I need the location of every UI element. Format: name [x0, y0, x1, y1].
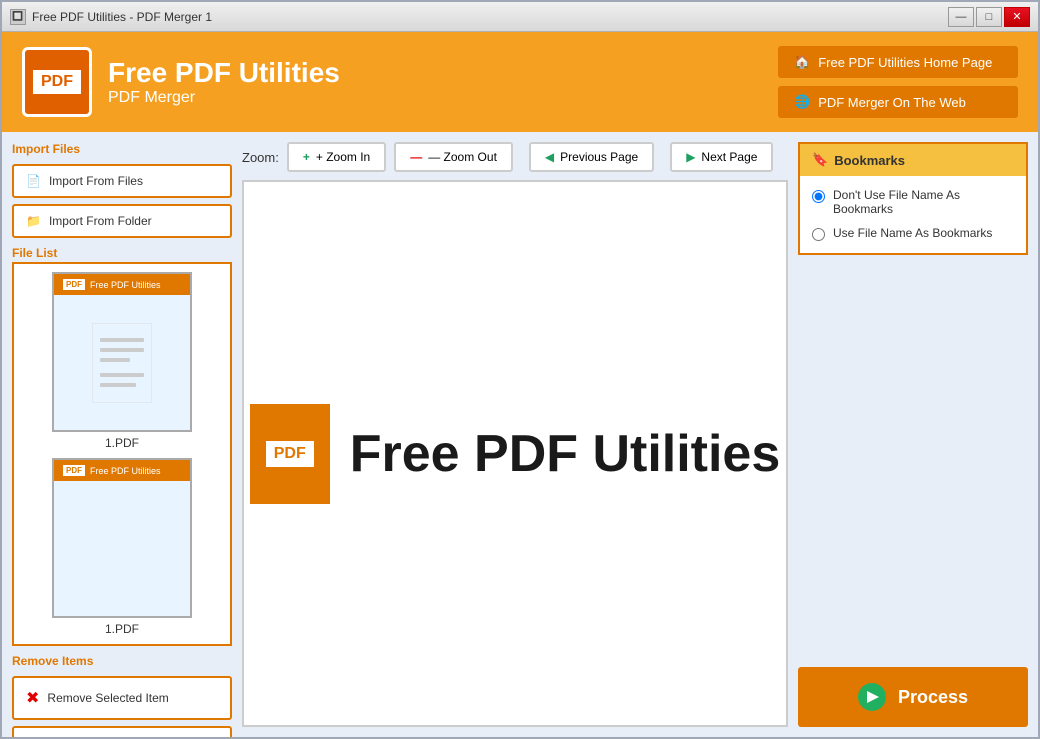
toolbar: Zoom: + + Zoom In — — Zoom Out ◀ Previou…: [242, 142, 788, 172]
minimize-button[interactable]: —: [948, 7, 974, 27]
file-thumb-header: PDF Free PDF Utilities: [54, 460, 190, 481]
zoom-in-button[interactable]: + + Zoom In: [287, 142, 386, 172]
remove-icon: ✖: [26, 688, 39, 708]
title-bar-controls: — □ ✕: [948, 7, 1030, 27]
clear-file-button[interactable]: ♻ Clear File List: [12, 726, 232, 737]
header-left: PDF Free PDF Utilities PDF Merger: [22, 47, 340, 117]
header-text: Free PDF Utilities PDF Merger: [108, 57, 340, 107]
thumb-logo: PDF: [62, 278, 86, 291]
import-label: Import Files: [12, 142, 232, 156]
bookmarks-title: Bookmarks: [834, 153, 905, 168]
bookmark-radio1[interactable]: [812, 190, 825, 203]
folder-icon: 📁: [26, 214, 41, 228]
process-button[interactable]: Process: [798, 667, 1028, 727]
app-header: PDF Free PDF Utilities PDF Merger 🏠 Free…: [2, 32, 1038, 132]
window-title: Free PDF Utilities - PDF Merger 1: [32, 10, 212, 24]
app-icon: 🔲: [10, 9, 26, 25]
bookmark-option1[interactable]: Don't Use File Name As Bookmarks: [812, 188, 1014, 216]
home-page-button[interactable]: 🏠 Free PDF Utilities Home Page: [778, 46, 1018, 78]
web-page-label: PDF Merger On The Web: [818, 95, 966, 110]
remove-selected-button[interactable]: ✖ Remove Selected Item: [12, 676, 232, 720]
zoom-out-icon: —: [410, 150, 422, 164]
home-icon: 🏠: [794, 54, 810, 70]
bookmark-icon: 🔖: [812, 152, 828, 168]
next-page-button[interactable]: ▶ Next Page: [670, 142, 773, 172]
file-name: 1.PDF: [105, 622, 139, 636]
list-item[interactable]: PDF Free PDF Utilities 1.PDF: [42, 458, 202, 636]
zoom-in-label: + Zoom In: [316, 150, 370, 164]
main-content: Import Files 📄 Import From Files 📁 Impor…: [2, 132, 1038, 737]
thumb-logo: PDF: [62, 464, 86, 477]
import-files-label: Import From Files: [49, 174, 143, 188]
zoom-label: Zoom:: [242, 150, 279, 165]
title-bar: 🔲 Free PDF Utilities - PDF Merger 1 — □ …: [2, 2, 1038, 32]
play-icon: [858, 683, 886, 711]
file-icon: 📄: [26, 174, 41, 188]
zoom-out-label: — Zoom Out: [428, 150, 497, 164]
import-folder-button[interactable]: 📁 Import From Folder: [12, 204, 232, 238]
import-files-button[interactable]: 📄 Import From Files: [12, 164, 232, 198]
thumb-app-name: Free PDF Utilities: [90, 466, 161, 476]
bookmark-option1-label: Don't Use File Name As Bookmarks: [833, 188, 1014, 216]
bookmarks-box: 🔖 Bookmarks Don't Use File Name As Bookm…: [798, 142, 1028, 255]
header-right: 🏠 Free PDF Utilities Home Page 🌐 PDF Mer…: [778, 46, 1018, 118]
title-bar-left: 🔲 Free PDF Utilities - PDF Merger 1: [10, 9, 212, 25]
app-window: 🔲 Free PDF Utilities - PDF Merger 1 — □ …: [0, 0, 1040, 739]
play-triangle: [867, 691, 879, 703]
thumb-content: [92, 295, 152, 430]
list-item[interactable]: PDF Free PDF Utilities: [42, 272, 202, 450]
web-page-button[interactable]: 🌐 PDF Merger On The Web: [778, 86, 1018, 118]
file-thumb-header: PDF Free PDF Utilities: [54, 274, 190, 295]
thumb-preview-svg: [92, 323, 152, 403]
right-panel: 🔖 Bookmarks Don't Use File Name As Bookm…: [798, 142, 1028, 727]
app-subtitle: PDF Merger: [108, 89, 340, 107]
prev-page-label: Previous Page: [560, 150, 638, 164]
web-icon: 🌐: [794, 94, 810, 110]
next-page-label: Next Page: [701, 150, 757, 164]
import-section: Import Files 📄 Import From Files 📁 Impor…: [12, 142, 232, 238]
next-page-icon: ▶: [686, 150, 695, 164]
preview-content: PDF Free PDF Utilities: [250, 404, 781, 504]
file-thumbnail: PDF Free PDF Utilities: [52, 272, 192, 432]
right-panel-inner: 🔖 Bookmarks Don't Use File Name As Bookm…: [798, 142, 1028, 727]
bookmarks-header: 🔖 Bookmarks: [800, 144, 1026, 176]
bookmark-radio2[interactable]: [812, 228, 825, 241]
preview-area: PDF Free PDF Utilities: [242, 180, 788, 727]
file-list-section: File List PDF Free PDF Utilities: [12, 246, 232, 646]
app-logo: PDF: [22, 47, 92, 117]
bookmark-option2[interactable]: Use File Name As Bookmarks: [812, 226, 1014, 241]
bookmarks-content: Don't Use File Name As Bookmarks Use Fil…: [800, 176, 1026, 253]
preview-logo-text: PDF: [263, 438, 317, 470]
maximize-button[interactable]: □: [976, 7, 1002, 27]
prev-page-icon: ◀: [545, 150, 554, 164]
remove-label: Remove Items: [12, 654, 232, 668]
close-button[interactable]: ✕: [1004, 7, 1030, 27]
import-folder-label: Import From Folder: [49, 214, 152, 228]
remove-selected-label: Remove Selected Item: [47, 691, 168, 705]
file-name: 1.PDF: [105, 436, 139, 450]
bookmarks-top: 🔖 Bookmarks Don't Use File Name As Bookm…: [798, 142, 1028, 255]
thumb-app-name: Free PDF Utilities: [90, 280, 161, 290]
preview-logo: PDF: [250, 404, 330, 504]
center-panel: Zoom: + + Zoom In — — Zoom Out ◀ Previou…: [242, 142, 788, 727]
prev-page-button[interactable]: ◀ Previous Page: [529, 142, 654, 172]
process-label: Process: [898, 687, 968, 708]
app-name: Free PDF Utilities: [108, 57, 340, 89]
preview-title: Free PDF Utilities: [350, 424, 781, 484]
file-list-label: File List: [12, 246, 232, 260]
left-panel: Import Files 📄 Import From Files 📁 Impor…: [12, 142, 232, 727]
file-list-box[interactable]: PDF Free PDF Utilities: [12, 262, 232, 646]
remove-section: Remove Items ✖ Remove Selected Item ♻ Cl…: [12, 654, 232, 737]
zoom-in-icon: +: [303, 150, 310, 164]
bookmark-option2-label: Use File Name As Bookmarks: [833, 226, 992, 240]
home-page-label: Free PDF Utilities Home Page: [818, 55, 992, 70]
zoom-out-button[interactable]: — — Zoom Out: [394, 142, 513, 172]
file-thumbnail: PDF Free PDF Utilities: [52, 458, 192, 618]
logo-text: PDF: [30, 67, 84, 97]
